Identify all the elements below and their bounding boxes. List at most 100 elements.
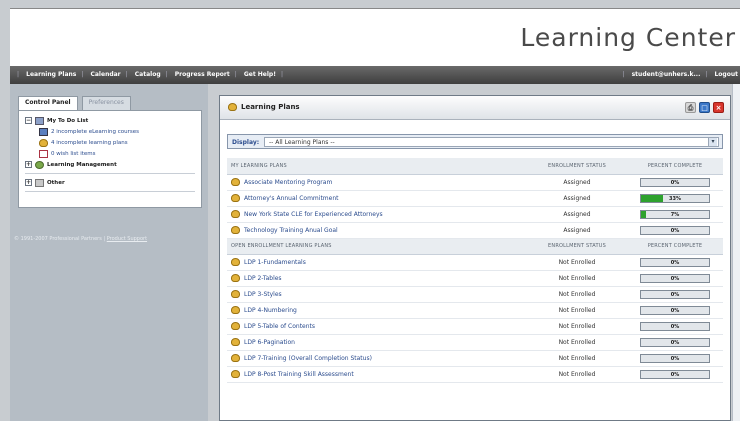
tree-learning-management[interactable]: + Learning Management — [25, 159, 195, 170]
nav-logout[interactable]: Logout — [714, 71, 738, 78]
sidebar-footer: © 1991-2007 Professional Partners | Prod… — [14, 236, 147, 242]
todo-item-courses[interactable]: 2 incomplete eLearning courses — [25, 126, 195, 137]
learning-plans-icon — [228, 103, 237, 111]
display-select[interactable]: -- All Learning Plans -- ▾ — [264, 137, 719, 147]
enrollment-status: Not Enrolled — [527, 286, 627, 303]
tab-control-panel[interactable]: Control Panel — [18, 96, 78, 110]
plan-name-link[interactable]: LDP 6-Pagination — [244, 339, 295, 346]
plan-icon — [231, 226, 240, 234]
expand-icon[interactable]: + — [25, 161, 32, 168]
column-header-percent: Percent Complete — [627, 158, 723, 175]
maximize-icon[interactable]: □ — [699, 102, 710, 113]
enrollment-status: Not Enrolled — [527, 270, 627, 287]
nav-get-help[interactable]: Get Help! — [244, 71, 276, 78]
progress-bar: 0% — [640, 369, 710, 379]
table-row: LDP 5-Table of Contents Not Enrolled 0% — [227, 318, 723, 335]
plan-name-wrap: LDP 2-Tables — [231, 274, 527, 282]
divider — [25, 191, 195, 192]
percent-complete-cell: 0% — [627, 318, 723, 335]
plan-icon — [231, 258, 240, 266]
learning-management-icon — [35, 160, 44, 169]
percent-complete-cell: 0% — [627, 366, 723, 383]
divider — [25, 173, 195, 174]
plan-name-link[interactable]: Attorney's Annual Commitment — [244, 195, 339, 202]
percent-complete-cell: 33% — [627, 190, 723, 207]
plan-name-link[interactable]: LDP 2-Tables — [244, 275, 282, 282]
percent-complete-cell: 0% — [627, 254, 723, 271]
nav-separator: | — [280, 71, 283, 78]
progress-bar: 7% — [640, 209, 710, 219]
plan-name-cell: LDP 3-Styles — [227, 286, 527, 303]
plan-name-link[interactable]: LDP 5-Table of Contents — [244, 323, 315, 330]
display-filter-label: Display: — [232, 139, 260, 146]
tree-other[interactable]: + Other — [25, 177, 195, 188]
todo-item-plans[interactable]: 4 incomplete learning plans — [25, 137, 195, 148]
plan-name-link[interactable]: LDP 7-Training (Overall Completion Statu… — [244, 355, 372, 362]
collapse-icon[interactable]: − — [25, 117, 32, 124]
plan-name-link[interactable]: New York State CLE for Experienced Attor… — [244, 211, 383, 218]
product-support-link[interactable]: Product Support — [107, 236, 147, 242]
progress-bar: 0% — [640, 289, 710, 299]
plan-name-link[interactable]: LDP 3-Styles — [244, 291, 282, 298]
page-scrollbar[interactable] — [732, 84, 740, 421]
nav-progress-report[interactable]: Progress Report — [175, 71, 230, 78]
window-controls: ⎙ □ × — [685, 102, 724, 113]
table-row: Technology Training Anual Goal Assigned 0% — [227, 222, 723, 239]
percent-complete-cell: 0% — [627, 286, 723, 303]
tree-todo-label: My To Do List — [47, 117, 89, 124]
nav-learning-plans[interactable]: Learning Plans — [26, 71, 76, 78]
enrollment-status: Assigned — [527, 206, 627, 223]
percent-complete-cell: 7% — [627, 206, 723, 223]
plan-icon — [231, 290, 240, 298]
table-row: Associate Mentoring Program Assigned 0% — [227, 174, 723, 191]
column-header-status: Enrollment Status — [527, 238, 627, 255]
progress-label: 0% — [670, 339, 680, 346]
enrollment-status: Assigned — [527, 222, 627, 239]
todo-item-label: 0 wish list items — [51, 150, 96, 157]
wish-list-icon — [39, 149, 48, 158]
plan-name-wrap: Associate Mentoring Program — [231, 178, 527, 186]
nav-separator: | — [165, 71, 168, 78]
control-panel: − My To Do List 2 incomplete eLearning c… — [18, 110, 202, 208]
nav-left: | Learning Plans | Calendar | Catalog | Pro… — [12, 71, 288, 78]
sidebar: Control Panel Preferences − My To Do List… — [10, 84, 208, 421]
plan-name-link[interactable]: Associate Mentoring Program — [244, 179, 332, 186]
plan-name-link[interactable]: LDP 4-Numbering — [244, 307, 297, 314]
progress-label: 7% — [670, 211, 680, 218]
plan-name-cell: LDP 1-Fundamentals — [227, 254, 527, 271]
progress-bar: 0% — [640, 225, 710, 235]
tab-preferences[interactable]: Preferences — [81, 96, 131, 110]
plan-name-link[interactable]: LDP 1-Fundamentals — [244, 259, 306, 266]
todo-item-label: 2 incomplete eLearning courses — [51, 128, 139, 135]
nav-catalog[interactable]: Catalog — [135, 71, 161, 78]
tree-learning-management-label: Learning Management — [47, 161, 117, 168]
nav-separator: | — [81, 71, 84, 78]
close-icon[interactable]: × — [713, 102, 724, 113]
progress-label: 0% — [670, 355, 680, 362]
nav-user-account[interactable]: student@unhers.k... — [632, 71, 701, 78]
nav-calendar[interactable]: Calendar — [90, 71, 120, 78]
print-icon[interactable]: ⎙ — [685, 102, 696, 113]
table-row: LDP 1-Fundamentals Not Enrolled 0% — [227, 254, 723, 271]
enrollment-status: Not Enrolled — [527, 318, 627, 335]
plan-icon — [231, 338, 240, 346]
expand-icon[interactable]: + — [25, 179, 32, 186]
tree-todo[interactable]: − My To Do List — [25, 115, 195, 126]
nav-separator: | — [17, 71, 20, 78]
percent-complete-cell: 0% — [627, 302, 723, 319]
progress-bar: 0% — [640, 321, 710, 331]
plan-name-link[interactable]: LDP 8-Post Training Skill Assessment — [244, 371, 354, 378]
enrollment-status: Not Enrolled — [527, 366, 627, 383]
plan-name-wrap: Technology Training Anual Goal — [231, 226, 527, 234]
course-icon — [39, 127, 48, 136]
todo-item-wishlist[interactable]: 0 wish list items — [25, 148, 195, 159]
plan-name-cell: LDP 5-Table of Contents — [227, 318, 527, 335]
chevron-down-icon[interactable]: ▾ — [708, 138, 717, 146]
progress-label: 33% — [669, 195, 681, 202]
plan-name-cell: LDP 6-Pagination — [227, 334, 527, 351]
plan-name-wrap: Attorney's Annual Commitment — [231, 194, 527, 202]
app-title: Learning Center — [520, 23, 736, 52]
progress-bar: 0% — [640, 353, 710, 363]
table-row: LDP 2-Tables Not Enrolled 0% — [227, 270, 723, 287]
plan-name-link[interactable]: Technology Training Anual Goal — [244, 227, 338, 234]
